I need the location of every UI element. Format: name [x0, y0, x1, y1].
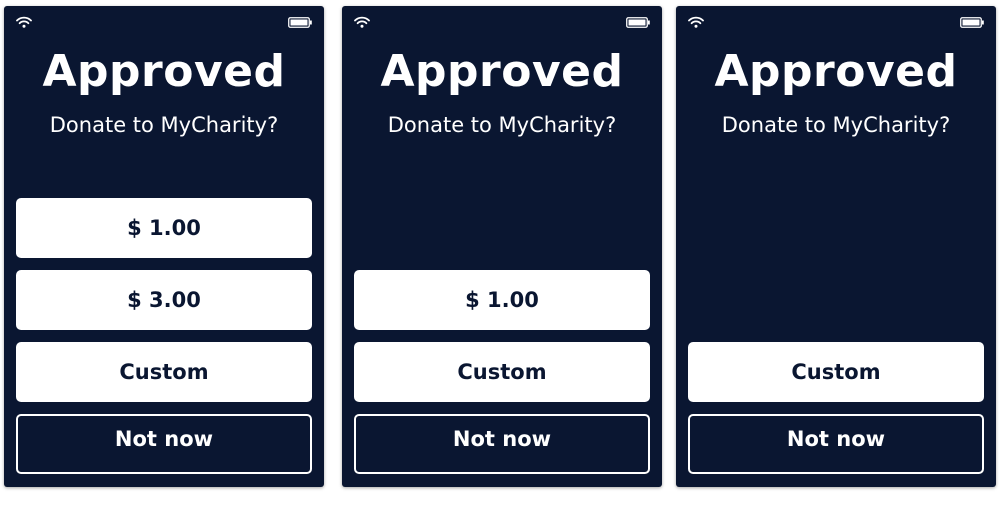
- battery-icon: [960, 17, 984, 28]
- not-now-button[interactable]: Not now: [16, 414, 312, 474]
- custom-amount-button[interactable]: Custom: [354, 342, 650, 402]
- approved-title: Approved: [42, 46, 286, 97]
- donation-screen-custom-only: Approved Donate to MyCharity? Custom Not…: [676, 6, 996, 487]
- donate-prompt: Donate to MyCharity?: [721, 113, 951, 137]
- donate-1-button[interactable]: $ 1.00: [16, 198, 312, 258]
- status-bar: [342, 6, 662, 34]
- donate-1-button[interactable]: $ 1.00: [354, 270, 650, 330]
- approved-title: Approved: [380, 46, 624, 97]
- approved-title: Approved: [714, 46, 958, 97]
- donate-prompt: Donate to MyCharity?: [387, 113, 617, 137]
- wifi-icon: [354, 16, 370, 28]
- donation-screen-one-preset: Approved Donate to MyCharity? $ 1.00 Cus…: [342, 6, 662, 487]
- status-bar: [4, 6, 324, 34]
- wifi-icon: [16, 16, 32, 28]
- donation-screen-two-presets: Approved Donate to MyCharity? $ 1.00 $ 3…: [4, 6, 324, 487]
- donate-3-button[interactable]: $ 3.00: [16, 270, 312, 330]
- wifi-icon: [688, 16, 704, 28]
- custom-amount-button[interactable]: Custom: [688, 342, 984, 402]
- battery-icon: [288, 17, 312, 28]
- custom-amount-button[interactable]: Custom: [16, 342, 312, 402]
- not-now-button[interactable]: Not now: [688, 414, 984, 474]
- donate-prompt: Donate to MyCharity?: [49, 113, 279, 137]
- not-now-button[interactable]: Not now: [354, 414, 650, 474]
- battery-icon: [626, 17, 650, 28]
- status-bar: [676, 6, 996, 34]
